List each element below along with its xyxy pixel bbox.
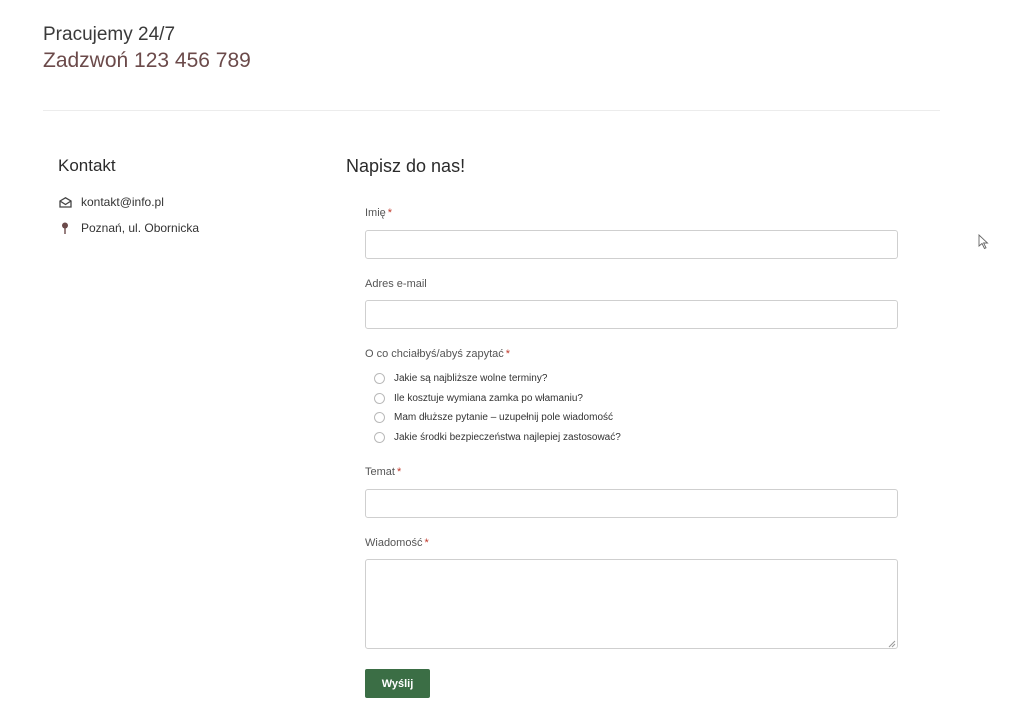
required-asterisk: *	[505, 348, 511, 360]
contact-address-text: Poznań, ul. Obornicka	[81, 221, 200, 235]
contact-heading: Kontakt	[58, 156, 116, 175]
radio-button[interactable]	[374, 432, 385, 443]
radio-button[interactable]	[374, 412, 385, 423]
header-divider	[43, 110, 940, 111]
message-textarea[interactable]	[365, 559, 898, 649]
contact-email-row[interactable]: kontakt@info.pl	[58, 195, 164, 209]
contact-email-text: kontakt@info.pl	[81, 195, 164, 209]
name-input[interactable]	[365, 230, 898, 259]
email-label: Adres e-mail	[365, 278, 427, 290]
contact-address-row: Poznań, ul. Obornicka	[58, 221, 199, 235]
question-option[interactable]: Jakie są najbliższe wolne terminy?	[374, 373, 547, 384]
envelope-icon	[58, 195, 72, 209]
name-label: Imię *	[365, 207, 393, 219]
required-asterisk: *	[396, 466, 402, 478]
working-hours-text: Pracujemy 24/7	[43, 24, 176, 45]
option-label: Jakie są najbliższe wolne terminy?	[394, 373, 548, 384]
option-label: Jakie środki bezpieczeństwa najlepiej za…	[394, 432, 621, 443]
map-pin-icon	[58, 221, 72, 235]
question-label: O co chciałbyś/abyś zapytać *	[365, 348, 511, 360]
option-label: Ile kosztuje wymiana zamka po włamaniu?	[394, 393, 583, 404]
resize-grip-icon[interactable]	[886, 638, 896, 648]
subject-input[interactable]	[365, 489, 898, 518]
option-label: Mam dłuższe pytanie – uzupełnij pole wia…	[394, 412, 614, 423]
required-asterisk: *	[424, 537, 429, 549]
question-option[interactable]: Jakie środki bezpieczeństwa najlepiej za…	[374, 432, 621, 443]
phone-number-text[interactable]: Zadzwoń 123 456 789	[43, 49, 251, 73]
question-option[interactable]: Ile kosztuje wymiana zamka po włamaniu?	[374, 393, 583, 404]
email-input[interactable]	[365, 300, 898, 329]
radio-button[interactable]	[374, 393, 385, 404]
mouse-cursor-icon	[978, 234, 989, 250]
form-heading: Napisz do nas!	[346, 156, 466, 176]
question-option[interactable]: Mam dłuższe pytanie – uzupełnij pole wia…	[374, 412, 613, 423]
subject-label: Temat *	[365, 466, 402, 478]
message-label: Wiadomość *	[365, 537, 429, 549]
radio-button[interactable]	[374, 373, 385, 384]
submit-button[interactable]: Wyślij	[365, 669, 430, 698]
required-asterisk: *	[387, 207, 393, 219]
